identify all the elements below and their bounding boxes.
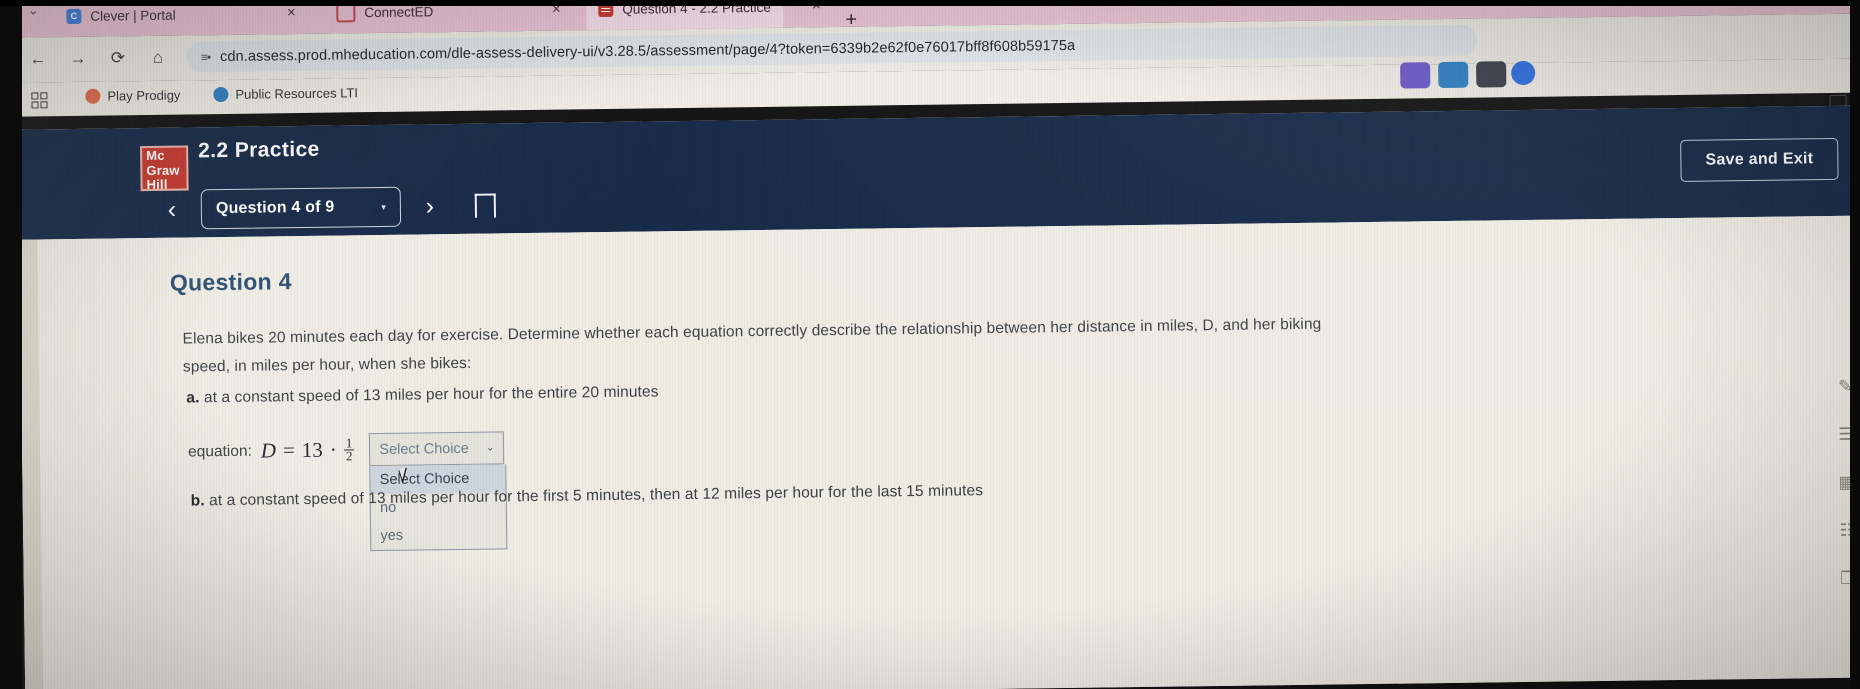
equation-coefficient: 13 — [301, 437, 323, 463]
part-a-marker: a. — [186, 389, 200, 407]
monitor-bezel-right — [1850, 0, 1860, 689]
screen-photo: ⌄ C Clever | Portal × ConnectED × Questi… — [0, 0, 1860, 689]
part-a-equation-row: equation: D = 13 · 1 2 Select Choice ⌄ S… — [187, 431, 508, 552]
extension-icon-3[interactable] — [1476, 61, 1507, 88]
part-b-marker: b. — [190, 492, 205, 510]
profile-avatar[interactable] — [1511, 60, 1536, 86]
home-icon[interactable]: ⌂ — [147, 48, 169, 68]
part-b-text: at a constant speed of 13 miles per hour… — [208, 482, 984, 510]
browser-tab-title: Clever | Portal — [90, 7, 176, 24]
left-rail — [19, 239, 44, 689]
answer-choice-control: Select Choice ⌄ Select Choice no yes — [369, 431, 508, 552]
previous-question-button[interactable]: ‹ — [159, 195, 185, 224]
equation-fraction: 1 2 — [343, 435, 355, 464]
browser-tab-title: ConnectED — [364, 3, 434, 20]
question-selector-dropdown[interactable]: Question 4 of 9 ▾ — [200, 186, 402, 230]
question-part-b: b. at a constant speed of 13 miles per h… — [191, 482, 984, 510]
forward-icon[interactable]: → — [67, 49, 89, 69]
chevron-down-icon: ▾ — [381, 201, 386, 212]
save-and-exit-button[interactable]: Save and Exit — [1680, 137, 1839, 182]
equation-label: equation: — [187, 442, 252, 460]
address-bar-url: cdn.assess.prod.mheducation.com/dle-asse… — [219, 37, 1076, 65]
select-choice-dropdown[interactable]: Select Choice ⌄ — [369, 431, 505, 467]
select-choice-value: Select Choice — [379, 440, 469, 458]
question-heading: Question 4 — [169, 268, 292, 296]
globe-icon — [213, 86, 229, 103]
question-part-a: a. at a constant speed of 13 miles per h… — [186, 383, 658, 407]
monitor-bezel-left — [0, 0, 22, 689]
chevron-down-icon: ⌄ — [485, 442, 495, 454]
equation-equals: = — [282, 438, 296, 463]
equation-expression: D = 13 · 1 2 — [260, 435, 355, 464]
page-title: 2.2 Practice — [197, 137, 320, 163]
prodigy-icon — [85, 88, 101, 104]
equation-dot: · — [329, 437, 337, 462]
bookmark-label: Play Prodigy — [107, 87, 181, 104]
next-question-button[interactable]: › — [417, 192, 443, 221]
close-tab-clever-icon[interactable]: × — [283, 4, 299, 21]
equation-variable: D — [260, 438, 277, 463]
question-selector-label: Question 4 of 9 — [215, 198, 335, 218]
assessment-app: Mc Graw Hill 2.2 Practice Save and Exit … — [17, 105, 1860, 689]
bookmark-label: Public Resources LTI — [235, 85, 359, 102]
mcgraw-hill-logo: Mc Graw Hill — [140, 145, 189, 192]
select-option-yes[interactable]: yes — [371, 520, 506, 550]
part-a-text: at a constant speed of 13 miles per hour… — [203, 383, 659, 407]
question-body: Question 4 Elena bikes 20 minutes each d… — [19, 215, 1860, 689]
bookmark-play-prodigy[interactable]: Play Prodigy — [85, 88, 180, 104]
fraction-denominator: 2 — [345, 448, 353, 464]
extension-icon-2[interactable] — [1438, 61, 1469, 89]
question-stem: Elena bikes 20 minutes each day for exer… — [182, 315, 1322, 376]
extension-icon-1[interactable] — [1400, 62, 1431, 89]
logo-line-1: Mc — [146, 147, 165, 164]
bookmark-icon[interactable] — [474, 193, 497, 218]
monitor-bezel-top — [0, 0, 1860, 6]
clever-favicon: C — [66, 8, 82, 24]
back-icon[interactable]: ← — [27, 49, 49, 69]
bookmark-public-resources[interactable]: Public Resources LTI — [213, 85, 359, 103]
question-navigation: ‹ Question 4 of 9 ▾ › — [159, 185, 497, 230]
site-settings-icon[interactable]: ≡• — [201, 50, 210, 64]
reload-icon[interactable]: ⟳ — [107, 48, 129, 68]
apps-grid-icon[interactable] — [31, 92, 48, 109]
